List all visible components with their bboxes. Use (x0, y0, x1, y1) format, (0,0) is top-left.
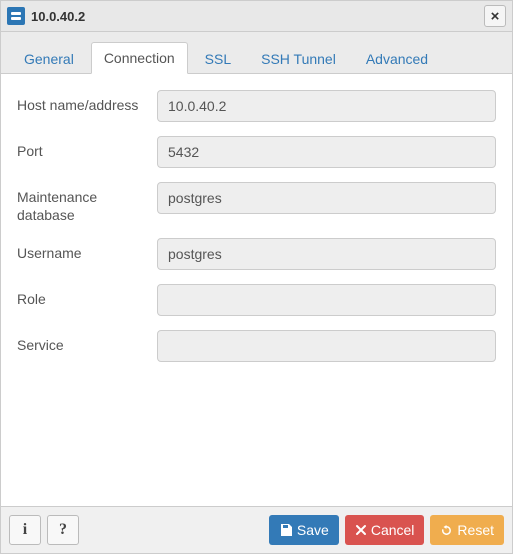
row-host: Host name/address (17, 90, 496, 122)
row-username: Username (17, 238, 496, 270)
tab-connection[interactable]: Connection (91, 42, 188, 74)
dialog-title: 10.0.40.2 (31, 9, 478, 24)
titlebar: 10.0.40.2 × (1, 1, 512, 32)
info-button[interactable]: i (9, 515, 41, 545)
tab-advanced[interactable]: Advanced (353, 43, 441, 74)
row-role: Role (17, 284, 496, 316)
cancel-label: Cancel (371, 522, 415, 538)
row-port: Port (17, 136, 496, 168)
tab-ssl[interactable]: SSL (192, 43, 244, 74)
save-button[interactable]: Save (269, 515, 339, 545)
label-service: Service (17, 330, 157, 354)
input-port[interactable] (157, 136, 496, 168)
close-button[interactable]: × (484, 5, 506, 27)
help-button[interactable]: ? (47, 515, 79, 545)
reset-icon (440, 524, 453, 537)
tab-content: Host name/address Port Maintenance datab… (1, 74, 512, 506)
tab-general[interactable]: General (11, 43, 87, 74)
label-role: Role (17, 284, 157, 308)
save-icon (279, 523, 293, 537)
row-service: Service (17, 330, 496, 362)
label-host: Host name/address (17, 90, 157, 114)
tabbar: General Connection SSL SSH Tunnel Advanc… (1, 32, 512, 74)
server-properties-dialog: 10.0.40.2 × General Connection SSL SSH T… (0, 0, 513, 554)
label-port: Port (17, 136, 157, 160)
save-label: Save (297, 522, 329, 538)
cancel-icon (355, 524, 367, 536)
reset-label: Reset (457, 522, 494, 538)
tab-ssh-tunnel[interactable]: SSH Tunnel (248, 43, 349, 74)
label-username: Username (17, 238, 157, 262)
row-maintenance-db: Maintenance database (17, 182, 496, 224)
input-username[interactable] (157, 238, 496, 270)
label-maintenance-db: Maintenance database (17, 182, 157, 224)
input-service[interactable] (157, 330, 496, 362)
reset-button[interactable]: Reset (430, 515, 504, 545)
input-role[interactable] (157, 284, 496, 316)
cancel-button[interactable]: Cancel (345, 515, 425, 545)
server-icon (7, 7, 25, 25)
input-maintenance-db[interactable] (157, 182, 496, 214)
footer: i ? Save Cancel Reset (1, 506, 512, 553)
input-host[interactable] (157, 90, 496, 122)
